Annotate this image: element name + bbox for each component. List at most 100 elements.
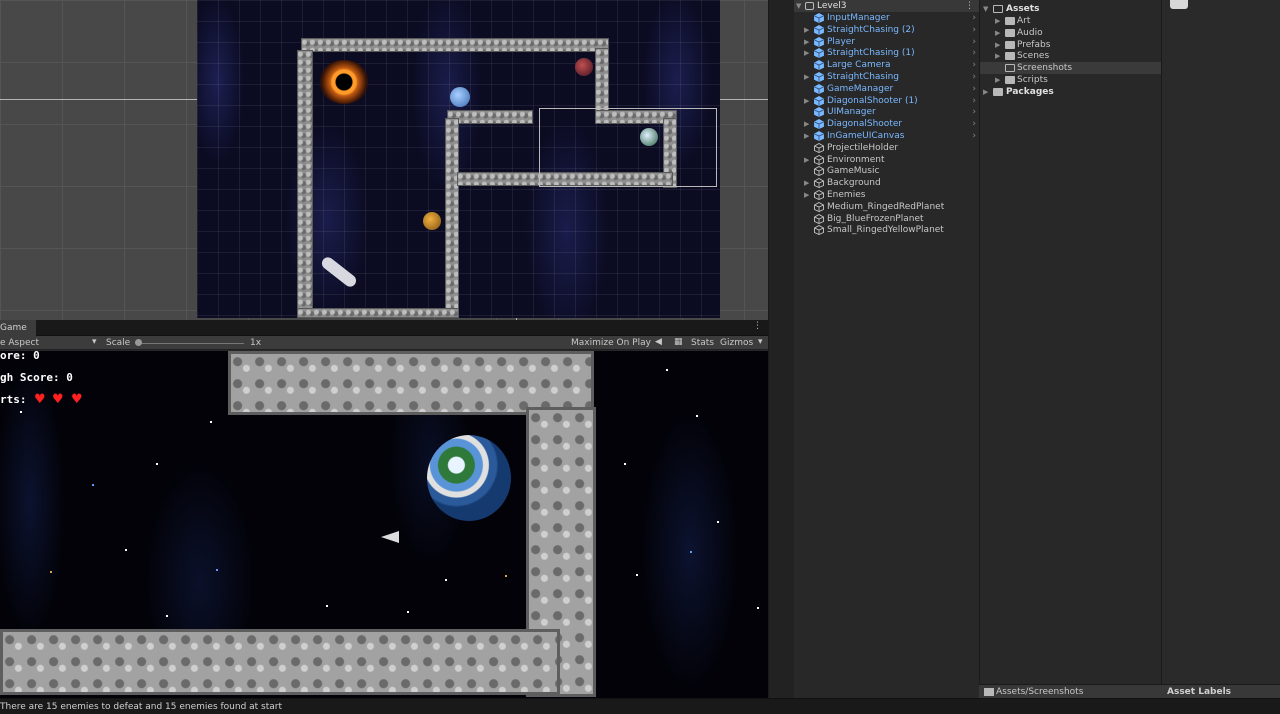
expand-arrow-icon[interactable]: ▶: [983, 86, 988, 98]
project-folder-scripts[interactable]: ▶ Scripts: [980, 74, 1161, 86]
hierarchy-item[interactable]: Small_RingedYellowPlanet: [794, 224, 979, 236]
black-hole-sprite[interactable]: [319, 60, 369, 104]
project-folder-art[interactable]: ▶ Art: [980, 15, 1161, 27]
expand-arrow-icon[interactable]: ▶: [804, 130, 809, 142]
gameobject-cube-icon: [814, 213, 824, 224]
prefab-cube-icon: [814, 60, 824, 71]
hierarchy-item[interactable]: Large Camera ›: [794, 59, 979, 71]
hierarchy-item[interactable]: ▶ Environment: [794, 154, 979, 166]
chevron-right-icon[interactable]: ›: [972, 47, 976, 59]
chevron-right-icon[interactable]: ›: [972, 12, 976, 24]
chevron-right-icon[interactable]: ›: [972, 118, 976, 130]
console-status-bar[interactable]: There are 15 enemies to defeat and 15 en…: [0, 698, 1280, 714]
scene-root-row[interactable]: ▼ Level3 ⋮: [794, 0, 979, 12]
game-tab-bar: Game ⋮: [0, 320, 768, 336]
expand-arrow-icon[interactable]: ▼: [983, 3, 988, 15]
gizmos-button[interactable]: Gizmos: [720, 338, 753, 348]
chevron-right-icon[interactable]: ›: [972, 130, 976, 142]
project-folder-screenshots[interactable]: Screenshots: [980, 62, 1161, 75]
expand-arrow-icon[interactable]: ▶: [995, 50, 1000, 62]
scene-view[interactable]: [0, 0, 768, 320]
gameobject-cube-icon: [814, 190, 824, 200]
hierarchy-item[interactable]: ▶ Background: [794, 177, 979, 189]
prefab-cube-icon: [814, 36, 824, 47]
player-ship[interactable]: [381, 531, 399, 543]
expand-arrow-icon[interactable]: ▶: [804, 24, 809, 36]
hierarchy-item[interactable]: ▶ Enemies: [794, 189, 979, 201]
maximize-on-play-button[interactable]: Maximize On Play: [571, 338, 651, 348]
expand-arrow-icon[interactable]: ▶: [995, 74, 1000, 86]
game-view[interactable]: ore: 0 gh Score: 0 rts: ♥ ♥ ♥: [0, 351, 768, 698]
chevron-right-icon[interactable]: ›: [972, 24, 976, 36]
hierarchy-item[interactable]: ▶ DiagonalShooter (1) ›: [794, 95, 979, 107]
scale-slider-track[interactable]: [138, 343, 244, 344]
chevron-right-icon[interactable]: ›: [972, 36, 976, 48]
folder-label: Scenes: [1017, 51, 1050, 62]
chevron-right-icon[interactable]: ›: [972, 71, 976, 83]
hierarchy-item[interactable]: ▶ DiagonalShooter ›: [794, 118, 979, 130]
hierarchy-item[interactable]: ▶ Player ›: [794, 36, 979, 48]
hierarchy-item[interactable]: ProjectileHolder: [794, 142, 979, 154]
expand-arrow-icon[interactable]: ▶: [804, 154, 809, 166]
expand-arrow-icon[interactable]: ▶: [804, 95, 809, 107]
scale-label: Scale: [106, 338, 131, 348]
hierarchy-item[interactable]: ▶ StraightChasing (1) ›: [794, 47, 979, 59]
blue-planet-sprite[interactable]: [450, 87, 470, 107]
tab-game[interactable]: Game: [0, 320, 36, 336]
hierarchy-item[interactable]: GameMusic: [794, 165, 979, 177]
expand-arrow-icon[interactable]: ▶: [804, 71, 809, 83]
folder-label: Prefabs: [1017, 39, 1051, 50]
expand-arrow-icon[interactable]: ▶: [804, 118, 809, 130]
expand-arrow-icon[interactable]: ▶: [804, 47, 809, 59]
hierarchy-item[interactable]: GameManager ›: [794, 83, 979, 95]
project-folder-audio[interactable]: ▶ Audio: [980, 27, 1161, 39]
expand-arrow-icon[interactable]: ▶: [995, 39, 1000, 51]
packages-folder-row[interactable]: ▶ Packages: [980, 86, 1161, 98]
kebab-menu-icon[interactable]: ⋮: [753, 321, 762, 331]
chevron-down-icon[interactable]: ▾: [92, 337, 97, 347]
chevron-right-icon[interactable]: ›: [972, 59, 976, 71]
star: [216, 569, 218, 571]
expand-arrow-icon[interactable]: ▶: [995, 27, 1000, 39]
expand-arrow-icon[interactable]: ▶: [804, 189, 809, 201]
stats-button[interactable]: Stats: [691, 338, 714, 348]
chevron-right-icon[interactable]: ›: [972, 83, 976, 95]
game-toolbar: e Aspect ▾ Scale 1x Maximize On Play ◀︎ …: [0, 336, 768, 350]
hierarchy-item[interactable]: Medium_RingedRedPlanet: [794, 201, 979, 213]
speaker-icon[interactable]: ◀︎: [655, 337, 662, 347]
prefab-cube-icon: [814, 131, 824, 141]
prefab-cube-icon: [814, 107, 824, 118]
kebab-menu-icon[interactable]: ⋮: [965, 0, 974, 12]
hierarchy-item[interactable]: UIManager ›: [794, 106, 979, 118]
folder-icon: [1005, 76, 1015, 84]
aspect-dropdown[interactable]: e Aspect: [0, 338, 39, 348]
asset-labels-bar[interactable]: Asset Labels: [1161, 684, 1280, 698]
hierarchy-item[interactable]: InputManager ›: [794, 12, 979, 24]
prefab-cube-icon: [814, 95, 824, 106]
project-folder-scenes[interactable]: ▶ Scenes: [980, 50, 1161, 62]
chevron-down-icon[interactable]: ▾: [758, 337, 763, 347]
expand-arrow-icon[interactable]: ▶: [995, 15, 1000, 27]
keyboard-icon[interactable]: ▦: [674, 337, 683, 347]
chevron-right-icon[interactable]: ›: [972, 95, 976, 107]
hierarchy-item[interactable]: Big_BlueFrozenPlanet: [794, 213, 979, 225]
star: [624, 463, 626, 465]
expand-arrow-icon[interactable]: ▶: [804, 36, 809, 48]
expand-arrow-icon[interactable]: ▶: [804, 177, 809, 189]
yellow-ringed-planet-sprite[interactable]: [423, 212, 441, 230]
star: [717, 521, 719, 523]
chevron-right-icon[interactable]: ›: [972, 106, 976, 118]
hierarchy-item[interactable]: ▶ InGameUICanvas ›: [794, 130, 979, 142]
expand-arrow-icon[interactable]: ▼: [796, 0, 801, 12]
red-ringed-planet-sprite[interactable]: [575, 58, 593, 76]
star: [636, 574, 638, 576]
large-camera-bounds: [539, 108, 717, 187]
hierarchy-item[interactable]: ▶ StraightChasing ›: [794, 71, 979, 83]
scale-slider-thumb[interactable]: [135, 339, 142, 346]
hierarchy-panel: ▼ Level3 ⋮ InputManager › ▶ StraightChasing…: [794, 0, 979, 698]
hierarchy-item-label: Player: [827, 36, 856, 47]
hierarchy-item-label: StraightChasing: [827, 72, 900, 82]
assets-folder-row[interactable]: ▼ Assets: [980, 3, 1161, 15]
project-folder-prefabs[interactable]: ▶ Prefabs: [980, 39, 1161, 51]
hierarchy-item[interactable]: ▶ StraightChasing (2) ›: [794, 24, 979, 36]
